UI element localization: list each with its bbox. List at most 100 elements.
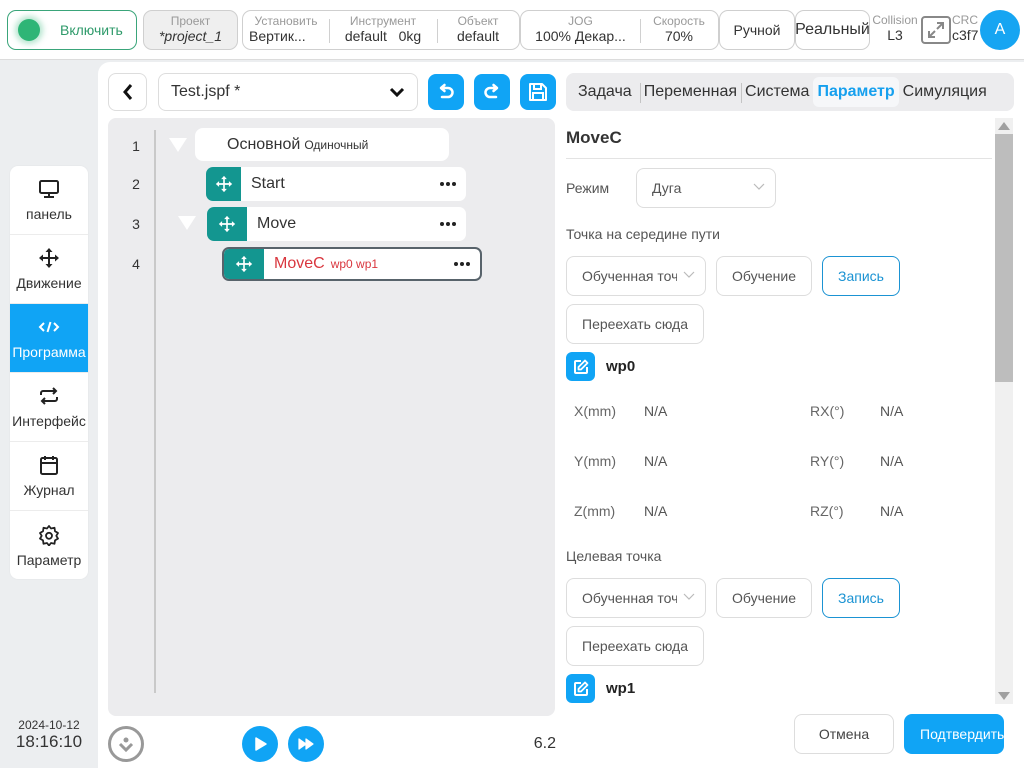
expand-icon: [928, 22, 944, 38]
tab-variable[interactable]: Переменная: [639, 77, 741, 107]
real-mode-button[interactable]: Реальный: [795, 10, 870, 50]
install-setting[interactable]: Установить Вертик...: [243, 11, 329, 49]
node-params: wp0 wp1: [330, 257, 379, 271]
sidebar-item-interface[interactable]: Интерфейс: [10, 373, 88, 442]
object-setting[interactable]: Объект default: [437, 11, 519, 49]
edit-wp0-button[interactable]: [566, 352, 595, 381]
edit-wp1-button[interactable]: [566, 674, 595, 703]
midpoint-teach-button[interactable]: Обучение: [716, 256, 812, 296]
coord-value: N/A: [880, 403, 904, 419]
back-button[interactable]: [108, 73, 147, 111]
jog-value: 100% Декар...: [535, 28, 626, 44]
chevron-down-icon: [389, 87, 405, 97]
midpoint-select[interactable]: Обученная точ: [566, 256, 706, 296]
jog-caption: JOG: [568, 14, 593, 28]
redo-button[interactable]: [474, 74, 510, 110]
sidebar-item-settings[interactable]: Параметр: [10, 511, 88, 579]
panel-tabs: Задача Переменная Система Параметр Симул…: [566, 73, 1014, 111]
tab-simulation[interactable]: Симуляция: [899, 77, 991, 107]
more-icon[interactable]: [440, 222, 456, 226]
target-select[interactable]: Обученная точ: [566, 578, 706, 618]
collapse-triangle-icon[interactable]: [178, 216, 196, 230]
speed-setting[interactable]: Скорость 70%: [640, 11, 718, 49]
speed-value: 70%: [664, 28, 694, 44]
fast-forward-button[interactable]: [288, 726, 324, 762]
undo-icon: [439, 83, 454, 99]
swap-icon: [38, 385, 60, 407]
parameter-panel: MoveC Режим Дуга Точка на середине пути …: [566, 118, 992, 708]
install-caption: Установить: [254, 14, 318, 28]
enable-button[interactable]: Включить: [7, 10, 137, 50]
collision-level: Collision L3: [870, 14, 920, 44]
object-caption: Объект: [457, 14, 499, 28]
line-number: 4: [132, 256, 140, 272]
coord-value: N/A: [880, 503, 904, 519]
sidebar-item-panel[interactable]: панель: [10, 166, 88, 235]
midpoint-move-here-button[interactable]: Переехать сюда: [566, 304, 704, 344]
move-node-icon[interactable]: [206, 167, 241, 201]
coord-label: RX(°): [810, 403, 845, 419]
node-label: Start: [251, 175, 285, 192]
cancel-button[interactable]: Отмена: [794, 714, 894, 754]
collision-value: L3: [887, 27, 903, 43]
more-icon[interactable]: [454, 262, 470, 266]
target-select-value: Обученная точ: [582, 590, 677, 606]
midpoint-select-value: Обученная точ: [582, 268, 677, 284]
run-controls: 6.2: [108, 724, 556, 764]
jog-setting[interactable]: JOG 100% Декар...: [521, 11, 640, 49]
program-editor: Test.jspf * 1 Основной Одиночный 2 Start…: [98, 62, 1024, 768]
midpoint-record-button[interactable]: Запись: [822, 256, 900, 296]
program-tree: 1 Основной Одиночный 2 Start 3 Move 4 Mo…: [108, 118, 555, 716]
save-icon: [529, 83, 547, 101]
coord-label: Y(mm): [574, 453, 616, 469]
tree-node-move[interactable]: Move: [207, 207, 466, 241]
sidebar-item-journal[interactable]: Журнал: [10, 442, 88, 511]
sidebar-item-motion[interactable]: Движение: [10, 235, 88, 304]
calendar-icon: [38, 454, 60, 476]
file-select[interactable]: Test.jspf *: [158, 73, 418, 111]
tree-node-start[interactable]: Start: [206, 167, 466, 201]
mode-select[interactable]: Дуга: [636, 168, 776, 208]
manual-mode-button[interactable]: Ручной: [719, 10, 795, 50]
installation-group: Установить Вертик... Инструмент default …: [242, 10, 520, 50]
project-value: *project_1: [158, 28, 223, 44]
save-button[interactable]: [520, 74, 556, 110]
param-scrollbar[interactable]: [995, 118, 1013, 704]
file-name: Test.jspf *: [171, 83, 241, 100]
install-value: Вертик...: [249, 28, 306, 44]
edit-icon: [573, 359, 588, 374]
more-icon[interactable]: [440, 182, 456, 186]
sidebar-nav: панель Движение Программа Интерфейс Журн…: [10, 166, 88, 579]
scroll-up-arrow-icon[interactable]: [998, 122, 1010, 130]
undo-button[interactable]: [428, 74, 464, 110]
collapse-triangle-icon[interactable]: [169, 138, 187, 152]
move-node-icon[interactable]: [224, 249, 264, 279]
collision-caption: Collision: [872, 13, 918, 27]
user-avatar[interactable]: A: [980, 10, 1020, 50]
tab-task[interactable]: Задача: [574, 77, 636, 107]
download-button[interactable]: [108, 726, 144, 762]
tree-node-main[interactable]: Основной Одиночный: [195, 128, 449, 161]
target-move-here-button[interactable]: Переехать сюда: [566, 626, 704, 666]
scroll-down-arrow-icon[interactable]: [998, 692, 1010, 700]
tool-weight: 0kg: [398, 28, 422, 44]
target-teach-button[interactable]: Обучение: [716, 578, 812, 618]
target-record-button[interactable]: Запись: [822, 578, 900, 618]
sidebar-item-label: Интерфейс: [12, 413, 86, 429]
sidebar-item-program[interactable]: Программа: [10, 304, 88, 373]
version-label: 6.2: [533, 735, 556, 752]
tab-parameter[interactable]: Параметр: [813, 77, 899, 107]
scrollbar-thumb[interactable]: [995, 134, 1013, 382]
expand-button[interactable]: [921, 16, 951, 44]
confirm-button[interactable]: Подтвердить: [904, 714, 1004, 754]
tool-setting[interactable]: Инструмент default 0kg: [329, 11, 437, 49]
move-node-icon[interactable]: [207, 207, 247, 241]
divider: [566, 158, 992, 159]
tool-caption: Инструмент: [349, 14, 417, 28]
tree-node-movec[interactable]: MoveC wp0 wp1: [222, 247, 482, 281]
mode-value: Дуга: [652, 180, 682, 196]
coord-value: N/A: [644, 403, 668, 419]
tab-system[interactable]: Система: [741, 77, 813, 107]
project-button[interactable]: Проект *project_1: [143, 10, 238, 50]
play-button[interactable]: [242, 726, 278, 762]
